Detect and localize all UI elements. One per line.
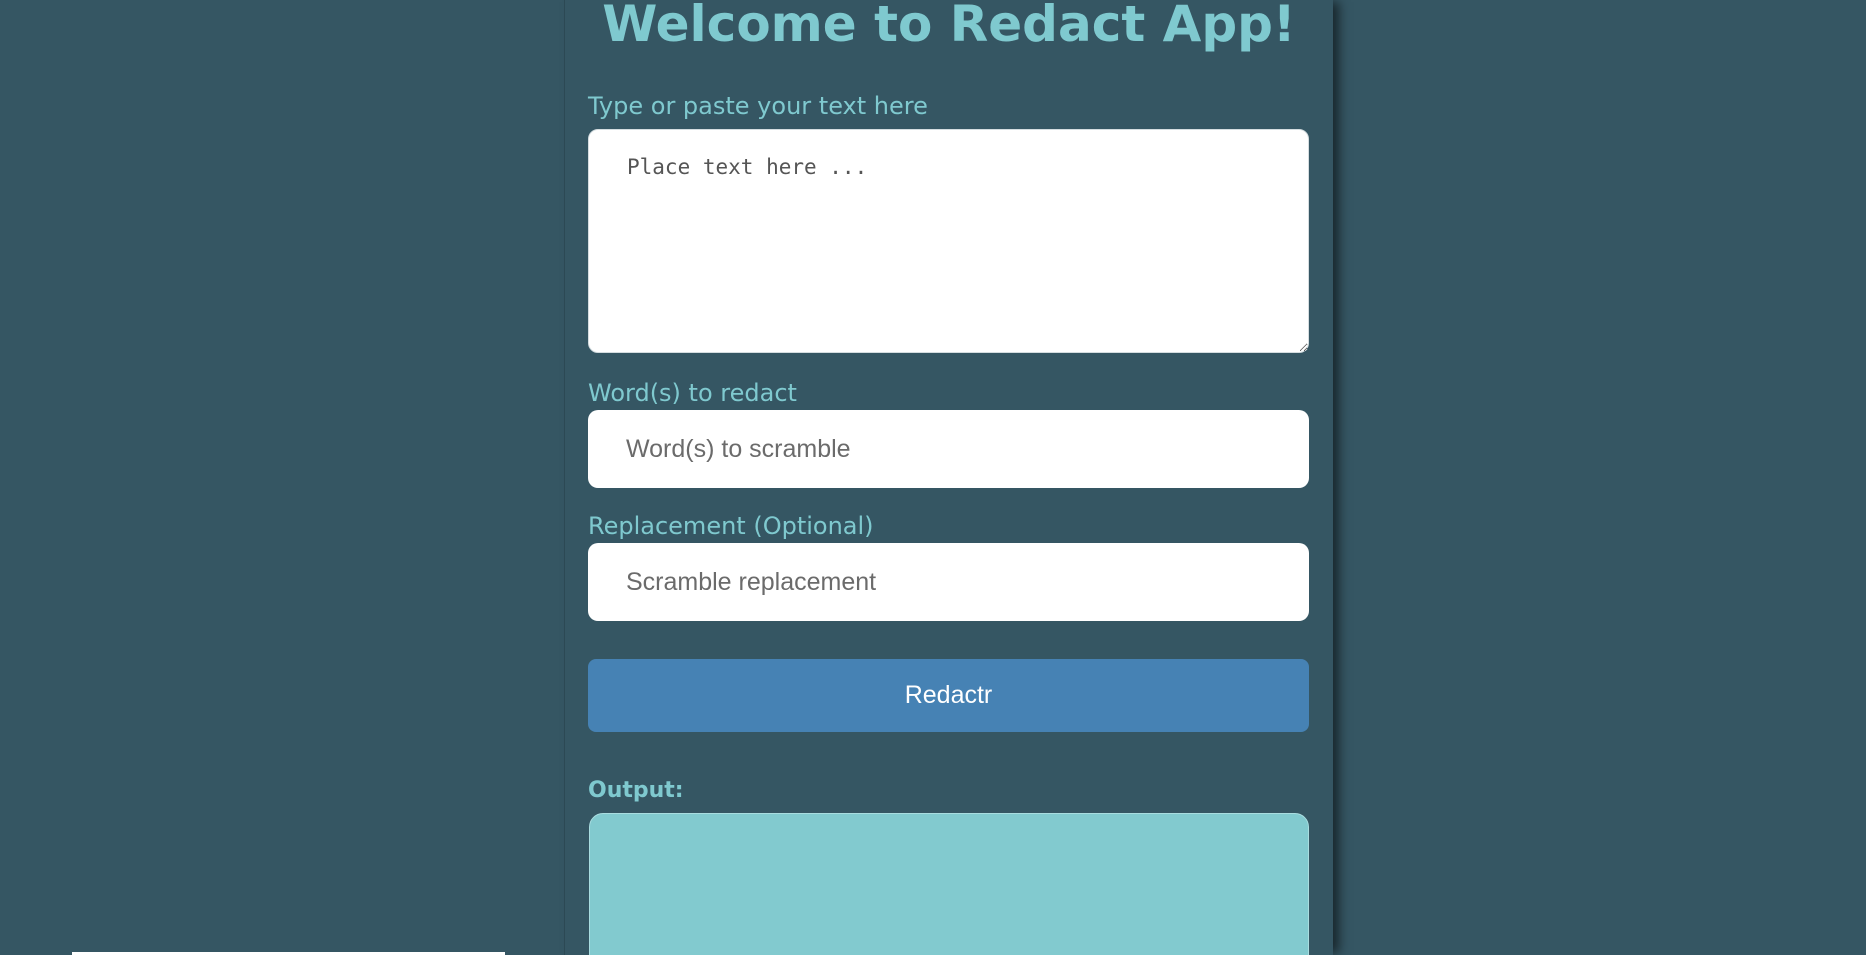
replacement-input[interactable] (588, 543, 1309, 621)
words-to-redact-label: Word(s) to redact (588, 379, 797, 407)
text-input-label: Type or paste your text here (588, 92, 928, 120)
output-label: Output: (588, 778, 684, 803)
replacement-label: Replacement (Optional) (588, 512, 874, 540)
words-to-redact-input[interactable] (588, 410, 1309, 488)
page-title: Welcome to Redact App! (602, 0, 1296, 53)
text-input-area[interactable] (588, 129, 1309, 353)
output-box (589, 813, 1309, 955)
app-panel: Welcome to Redact App! Type or paste you… (564, 0, 1333, 955)
redact-button[interactable]: Redactr (588, 659, 1309, 732)
